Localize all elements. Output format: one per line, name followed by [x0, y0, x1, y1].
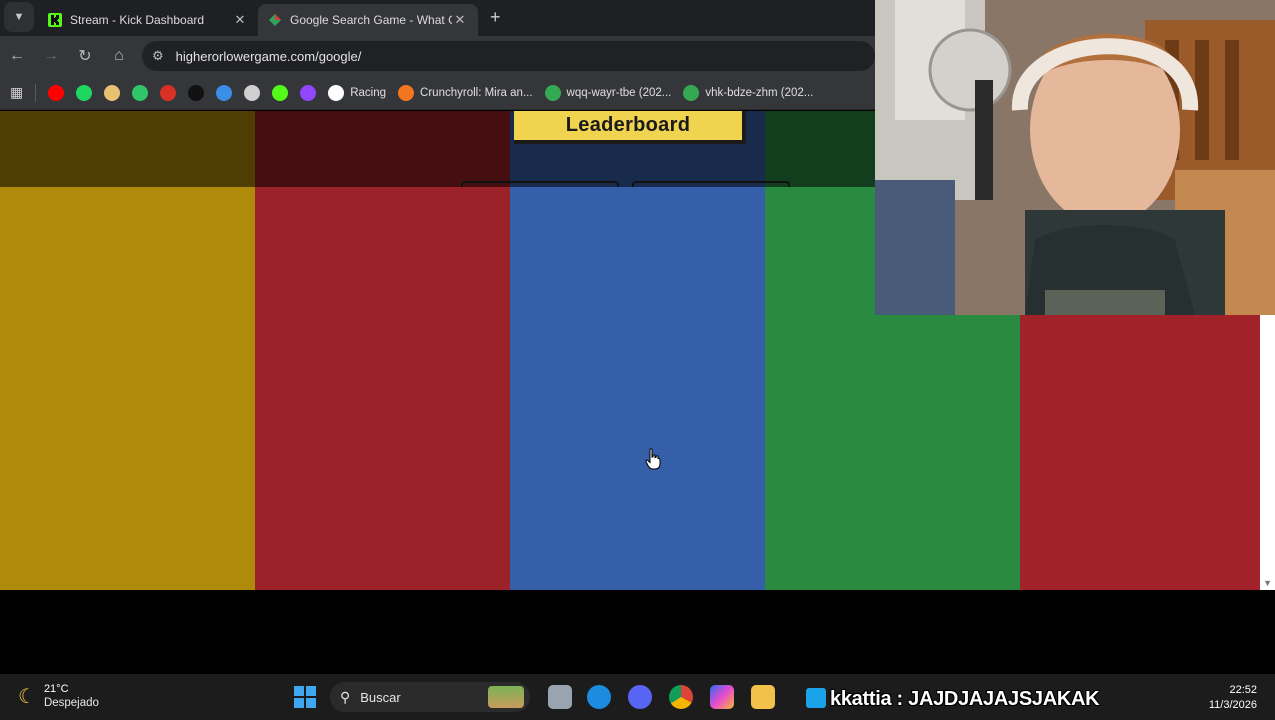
chevron-down-icon: ▼: [13, 11, 25, 23]
bookmark-item[interactable]: [272, 84, 289, 101]
tab-google-search-game[interactable]: Google Search Game - What Gets ✕: [258, 4, 478, 36]
search-placeholder: Buscar: [360, 689, 401, 705]
bookmark-label: Racing: [350, 86, 387, 99]
twitch-icon: [300, 84, 317, 101]
bookmark-icon-6: [188, 84, 205, 101]
leaderboard-button[interactable]: Leaderboard: [514, 111, 746, 144]
search-icon: ⚲: [340, 688, 351, 705]
hand-cursor-icon: [645, 448, 661, 470]
site-settings-icon[interactable]: ⚙: [152, 48, 164, 64]
bookmark-item[interactable]: [216, 84, 233, 101]
tab-search-button[interactable]: ▼: [4, 2, 34, 32]
kick-chat-icon: [806, 688, 826, 708]
address-bar[interactable]: ⚙ higherorlowergame.com/google/: [142, 41, 875, 71]
new-tab-button[interactable]: +: [490, 7, 501, 28]
bookmark-icon-4: [132, 84, 149, 101]
bookmark-label: Crunchyroll: Mira an...: [420, 86, 533, 99]
bookmark-item[interactable]: wqq-wayr-tbe (202...: [544, 84, 672, 101]
clock-date: 11/3/2026: [1208, 699, 1257, 711]
home-icon[interactable]: ⌂: [102, 47, 136, 65]
weather-temp: 21°C: [43, 683, 69, 695]
windows-start-icon[interactable]: [294, 686, 316, 708]
edge-icon[interactable]: [587, 685, 611, 709]
system-clock[interactable]: 22:52 11/3/2026: [1209, 683, 1257, 713]
bookmark-item[interactable]: [104, 84, 121, 101]
bookmark-item[interactable]: [300, 84, 317, 101]
reload-icon[interactable]: ↻: [68, 46, 102, 66]
bookmark-icon-7: [216, 84, 233, 101]
scroll-down-icon[interactable]: ▼: [1263, 578, 1272, 588]
chat-message: kkattia : JAJDJAJAJSJAKAK: [830, 688, 1100, 710]
bookmark-label: wqq-wayr-tbe (202...: [566, 86, 672, 99]
copilot-icon[interactable]: [710, 685, 734, 709]
taskbar: ☾ 21°C Despejado ⚲ Buscar kkattia : JAJD…: [0, 674, 1275, 720]
mode-tab-left[interactable]: [461, 181, 619, 187]
bookmark-item[interactable]: Crunchyroll: Mira an...: [398, 84, 533, 101]
bookmarks-divider: [35, 83, 37, 102]
youtube-icon: [48, 84, 65, 101]
screen: ▼ Stream - Kick Dashboard ✕ Google Searc…: [0, 0, 1275, 720]
tab-title: Google Search Game - What Gets: [290, 13, 452, 27]
bookmark-item[interactable]: Racing: [328, 84, 387, 101]
bookmark-item[interactable]: [48, 84, 65, 101]
google-icon: [328, 84, 345, 101]
kick-icon: [272, 84, 289, 101]
close-icon[interactable]: ✕: [232, 12, 248, 28]
bookmark-item[interactable]: [244, 84, 261, 101]
task-view-icon[interactable]: [548, 685, 572, 709]
bookmark-icon-3: [104, 84, 121, 101]
discord-icon[interactable]: [628, 685, 652, 709]
file-explorer-icon[interactable]: [751, 685, 775, 709]
clock-time: 22:52: [1229, 684, 1257, 696]
search-highlight-icon: [488, 686, 524, 708]
back-icon[interactable]: ←: [0, 47, 34, 65]
tab-kick-dashboard[interactable]: Stream - Kick Dashboard ✕: [38, 4, 258, 36]
chrome-icon[interactable]: [669, 685, 693, 709]
spotify-icon: [76, 84, 93, 101]
game-icon: [269, 14, 281, 26]
drive-icon: [544, 84, 561, 101]
webcam-feed: [875, 0, 1275, 315]
weather-condition: Despejado: [43, 697, 99, 709]
tab-bar: ▼ Stream - Kick Dashboard ✕ Google Searc…: [0, 0, 875, 36]
close-icon[interactable]: ✕: [452, 12, 468, 28]
bookmark-item[interactable]: [160, 84, 177, 101]
drive-icon-2: [683, 84, 700, 101]
moon-icon: ☾: [18, 685, 36, 708]
bookmark-icon-8: [244, 84, 261, 101]
bookmark-label: vhk-bdze-zhm (202...: [705, 86, 814, 99]
bookmark-item[interactable]: [132, 84, 149, 101]
browser-toolbar: ← → ↻ ⌂ ⚙ higherorlowergame.com/google/: [0, 36, 875, 76]
taskbar-search[interactable]: ⚲ Buscar: [330, 682, 530, 712]
bookmarks-bar: ▦ Racing Crunchyroll: Mira an... wqq-wayr-…: [0, 76, 875, 110]
bookmark-item[interactable]: [76, 84, 93, 101]
forward-icon[interactable]: →: [34, 47, 68, 65]
mode-tab-right[interactable]: [632, 181, 790, 187]
bookmark-list: Racing Crunchyroll: Mira an... wqq-wayr-tb…: [48, 84, 825, 101]
address-text: higherorlowergame.com/google/: [175, 48, 362, 64]
bookmark-item[interactable]: [188, 84, 205, 101]
bookmark-item[interactable]: vhk-bdze-zhm (202...: [683, 84, 814, 101]
crunchyroll-icon: [398, 84, 415, 101]
gmail-icon: [160, 84, 177, 101]
tab-title: Stream - Kick Dashboard: [70, 13, 205, 27]
weather-widget[interactable]: ☾ 21°C Despejado: [18, 682, 99, 710]
apps-icon[interactable]: ▦: [10, 84, 23, 101]
kick-icon: [48, 13, 62, 27]
